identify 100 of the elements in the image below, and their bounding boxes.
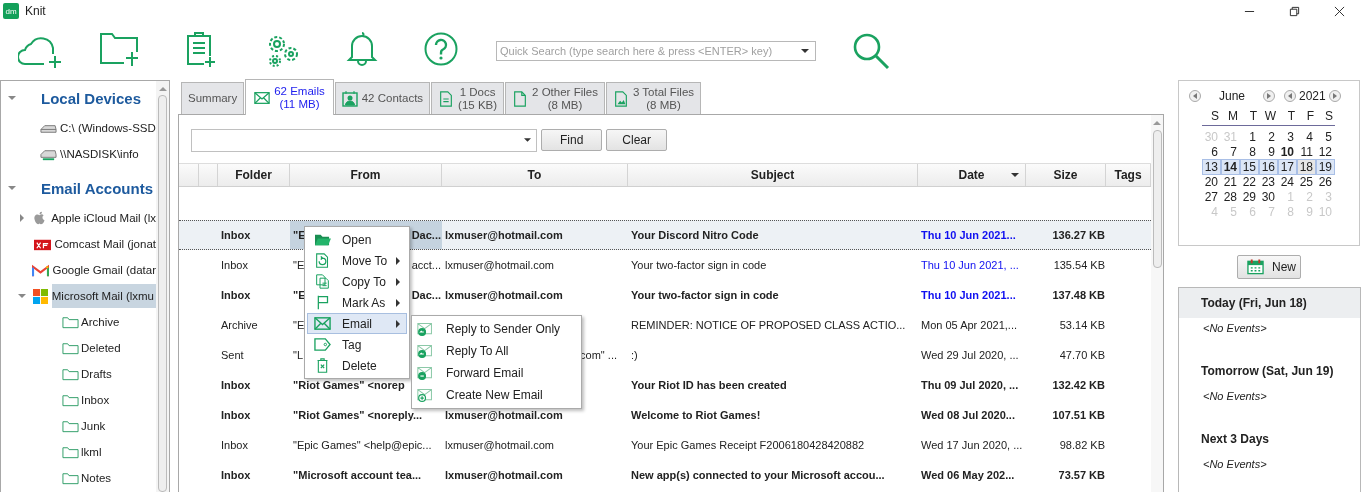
table-cell-text: Inbox [220,408,252,423]
calendar-day[interactable]: 19 [1316,159,1335,175]
menu-item[interactable]: Open [307,229,407,250]
section-heading[interactable]: Email Accounts [41,179,153,197]
restore-icon[interactable] [1289,5,1300,17]
calendar-day[interactable]: 10 [1278,144,1297,160]
calendar-day[interactable]: 27 [1202,189,1221,205]
table-cell-text: :) [630,348,639,363]
tab[interactable]: 2 Other Files (8 MB) [505,82,605,114]
calendar-day[interactable]: 14 [1221,159,1240,175]
scrollbar[interactable] [156,81,169,492]
next-month-button[interactable] [1263,90,1275,102]
table-cell-text: Wed 08 Jul 2020... [920,408,1016,423]
calendar-day[interactable]: 16 [1259,159,1278,175]
calendar-day[interactable]: 25 [1297,174,1316,190]
expand-arrow-icon[interactable] [8,96,16,100]
calendar-day[interactable]: 26 [1316,174,1335,190]
filter-field[interactable] [191,128,537,152]
table-cell: "Microsoft account tea... [293,469,422,481]
folder-item[interactable]: Deleted [81,338,121,358]
expand-arrow-icon[interactable] [20,214,26,222]
calendar-day[interactable]: 15 [1240,159,1259,175]
table-cell-text: Wed 17 Jun 2020, ... [920,438,1024,453]
menu-item[interactable]: Mark As [307,292,407,313]
calendar-day[interactable]: 11 [1297,144,1316,160]
tree-item[interactable]: Google Gmail (datar [52,260,156,280]
expand-arrow-icon[interactable] [17,294,26,298]
help-icon[interactable] [424,32,458,66]
agenda-heading[interactable]: Tomorrow (Sat, Jun 19) [1179,356,1360,386]
close-icon[interactable] [1334,5,1345,17]
column-header[interactable]: Subject [628,164,918,186]
dropdown-icon[interactable] [524,138,531,142]
menu-item[interactable]: Copy To [307,271,407,292]
calendar-day[interactable]: 22 [1240,174,1259,190]
calendar-day[interactable]: 21 [1221,174,1240,190]
menu-item[interactable]: Email [307,313,407,334]
tab[interactable]: 3 Total Files (8 MB) [605,82,702,114]
folder-item[interactable]: Notes [81,468,112,488]
calendar-day[interactable]: 8 [1240,144,1259,160]
tree-item[interactable]: Apple iCloud Mail (lx [51,208,156,228]
calendar-day[interactable]: 13 [1202,159,1221,175]
menu-item[interactable]: Reply to Sender Only [412,318,581,340]
expand-arrow-icon[interactable] [8,186,16,190]
menu-item[interactable]: Forward Email [412,362,581,384]
calendar-day[interactable]: 17 [1278,159,1297,175]
find-button[interactable]: Find [541,129,603,151]
folder-item[interactable]: Archive [81,312,120,332]
document-icon [438,90,455,107]
menu-item[interactable]: Reply To All [412,340,581,362]
calendar-day[interactable]: 6 [1202,144,1221,160]
column-header[interactable]: From [290,164,442,186]
calendar-day[interactable]: 12 [1316,144,1335,160]
clear-button[interactable]: Clear [606,129,668,151]
scrollbar[interactable] [1151,115,1163,492]
agenda-heading[interactable]: Next 3 Days [1179,424,1360,454]
column-header[interactable]: Size [1026,164,1106,186]
menu-item[interactable]: Tag [307,334,407,355]
dropdown-icon[interactable] [801,49,809,53]
calendar-day[interactable]: 3 [1278,129,1297,145]
calendar-day[interactable]: 7 [1221,144,1240,160]
tree-item[interactable]: \\NASDISK\info [60,144,139,164]
previous-year-button[interactable] [1284,90,1296,102]
folder-item[interactable]: Junk [81,416,106,436]
tree-item[interactable]: Comcast Mail (jonat [54,234,156,254]
tab[interactable]: 42 Contacts [334,82,431,114]
column-header[interactable]: To [442,164,628,186]
quick-search-field[interactable]: Quick Search (type search here & press <ENTER> key) [496,41,816,61]
tab[interactable]: Summary [181,82,245,114]
menu-item[interactable]: Move To [307,250,407,271]
clipboard-plus-icon[interactable] [186,31,216,67]
tree-item[interactable]: Microsoft Mail (lxmu [51,284,156,308]
section-heading[interactable]: Local Devices [41,89,142,107]
calendar-day[interactable]: 20 [1202,174,1221,190]
calendar-day[interactable]: 30 [1259,189,1278,205]
agenda-heading[interactable]: Today (Fri, Jun 18) [1179,288,1360,318]
tree-item[interactable]: C:\ (Windows-SSD [60,118,156,138]
new-event-button[interactable]: New [1237,255,1301,279]
menu-item[interactable]: Delete [307,355,407,376]
calendar-day[interactable]: 18 [1297,159,1316,175]
folder-item[interactable]: lkml [81,442,102,462]
previous-month-button[interactable] [1189,90,1201,102]
calendar-day[interactable]: 24 [1278,174,1297,190]
column-header[interactable]: Folder [218,164,290,186]
calendar-day[interactable]: 2 [1259,129,1278,145]
calendar-day[interactable]: 5 [1316,129,1335,145]
calendar-day[interactable]: 1 [1240,129,1259,145]
bell-icon[interactable] [346,30,378,66]
tab[interactable]: 62 Emails (11 MB) [245,79,334,115]
column-header[interactable]: Date [918,164,1026,186]
calendar-day[interactable]: 28 [1221,189,1240,205]
calendar-day[interactable]: 9 [1259,144,1278,160]
tab[interactable]: 1 Docs (15 KB) [431,82,505,114]
folder-item[interactable]: Drafts [81,364,112,384]
calendar-day[interactable]: 29 [1240,189,1259,205]
next-year-button[interactable] [1328,90,1341,102]
folder-item[interactable]: Inbox [81,390,110,410]
calendar-day[interactable]: 23 [1259,174,1278,190]
search-icon[interactable] [852,32,890,70]
menu-item[interactable]: Create New Email [412,384,581,406]
calendar-day[interactable]: 4 [1297,129,1316,145]
